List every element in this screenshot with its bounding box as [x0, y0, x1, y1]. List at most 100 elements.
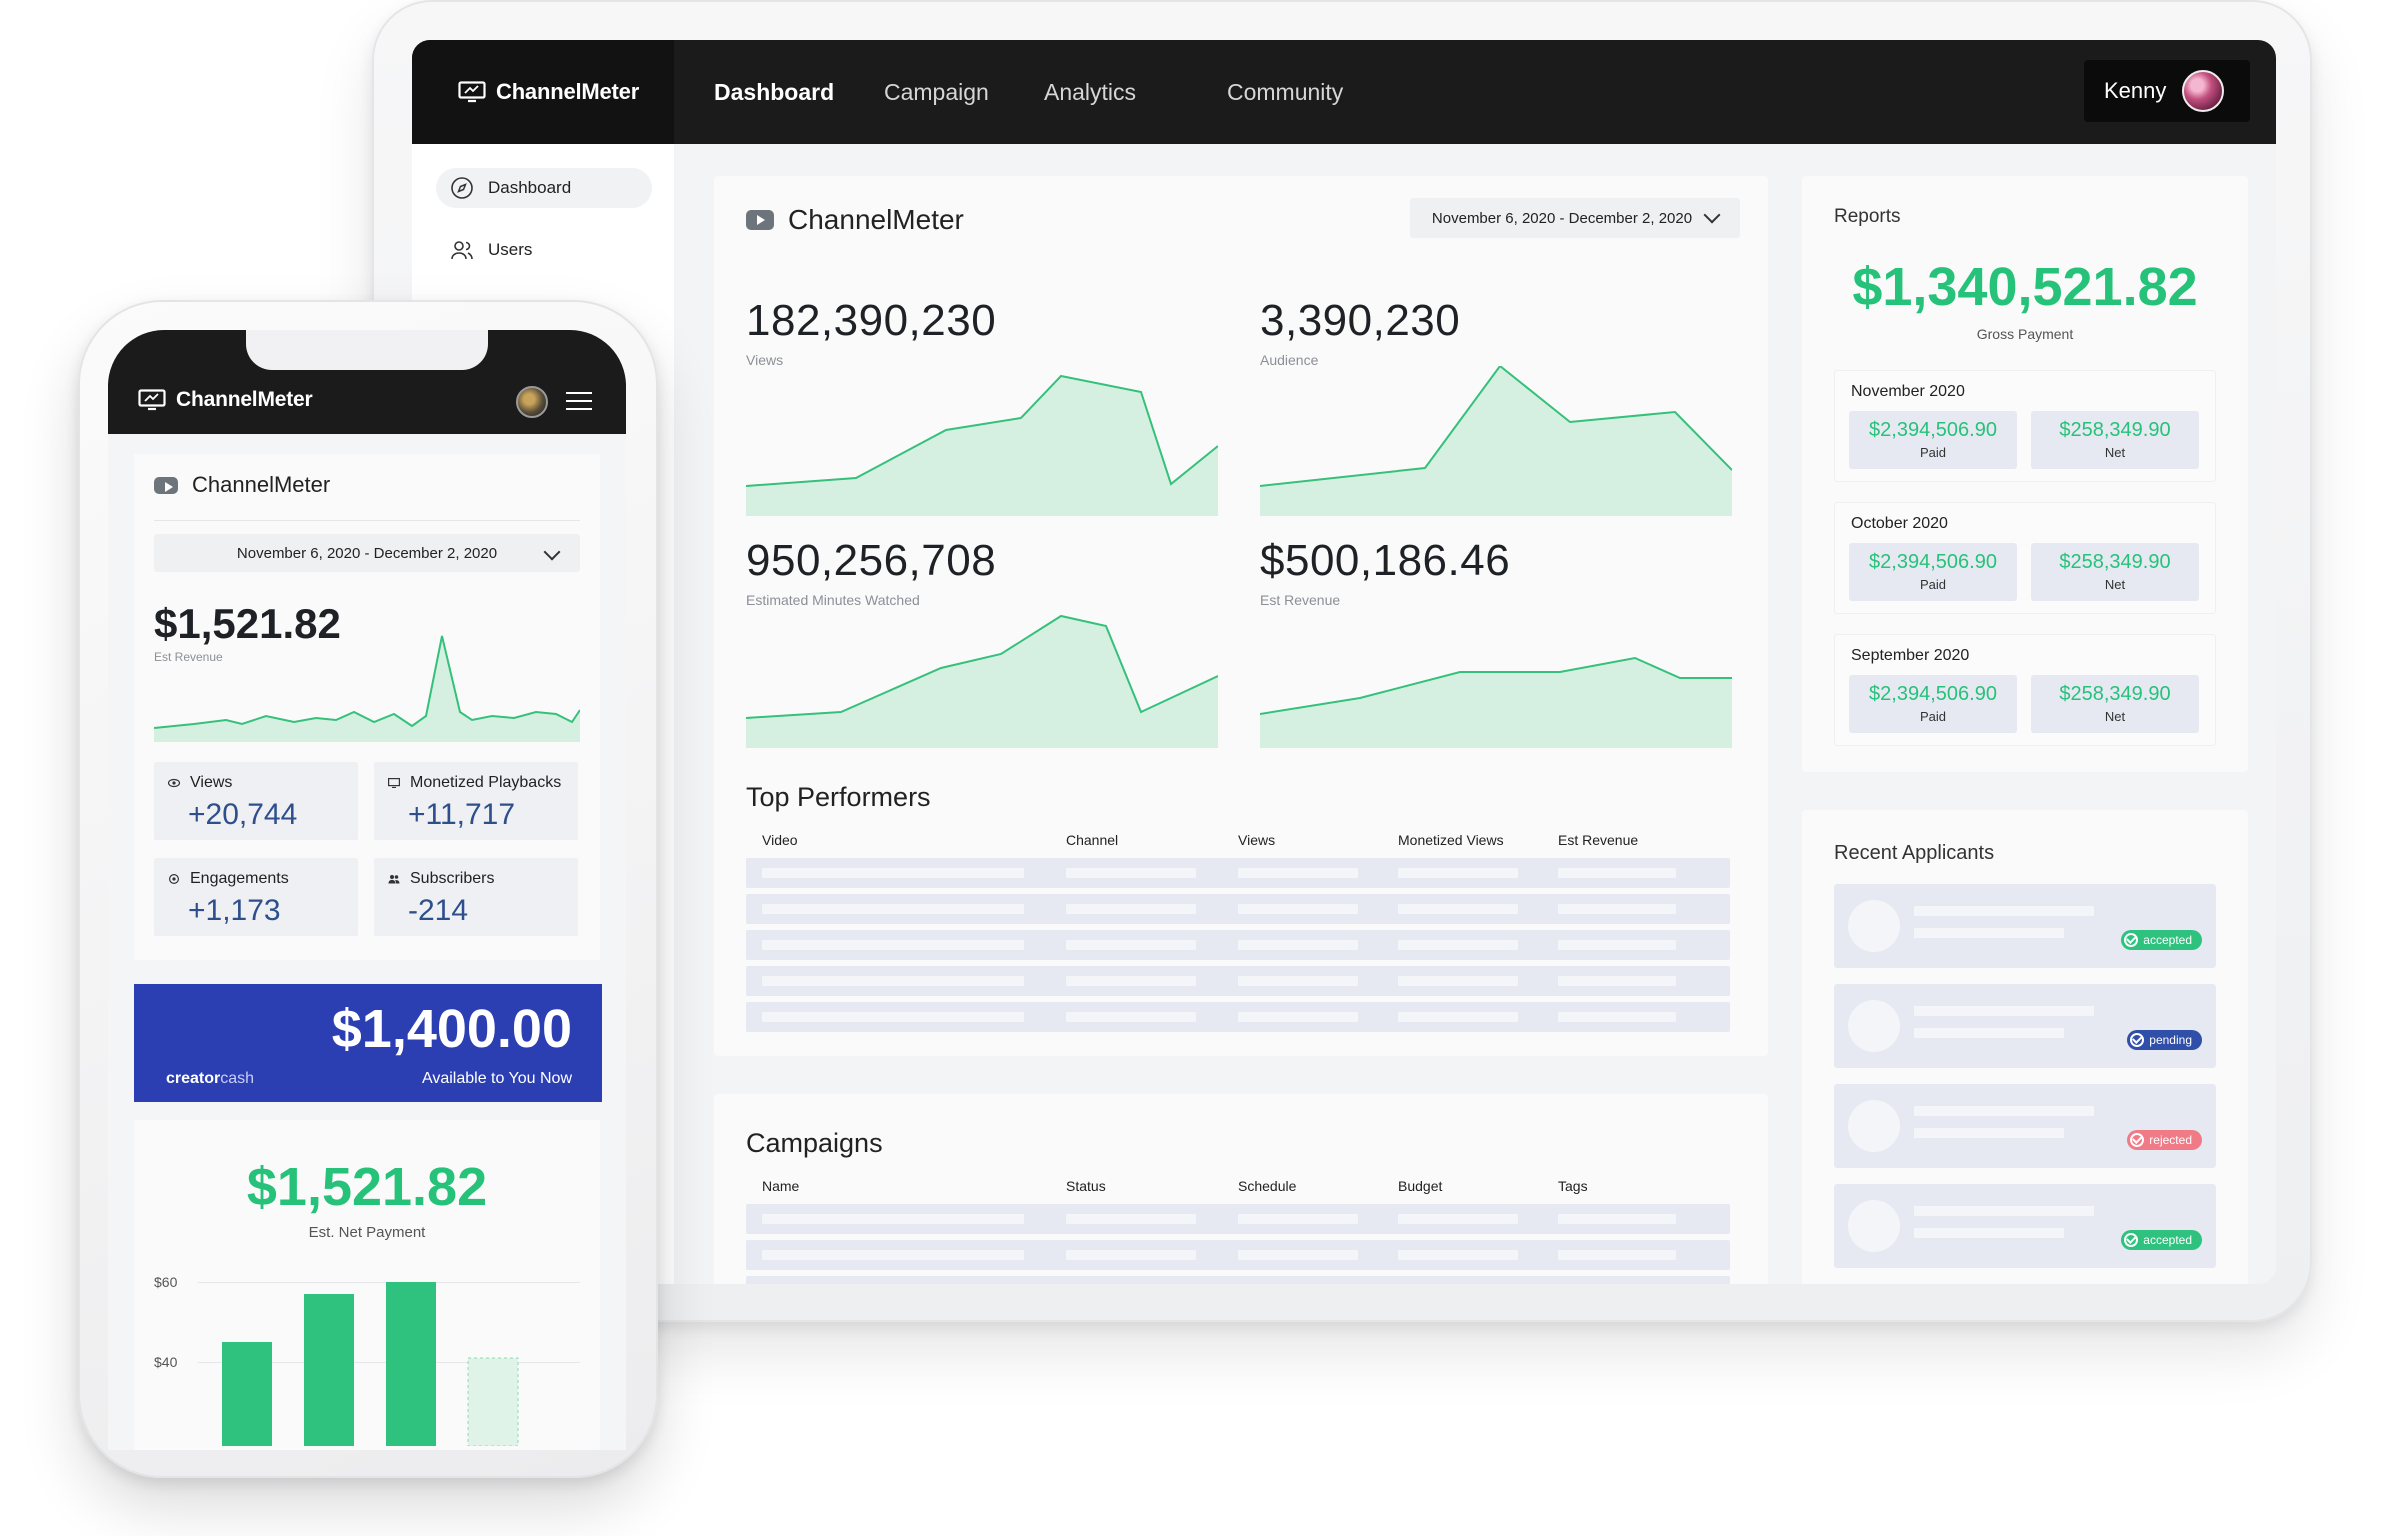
- stat-value: +11,717: [408, 798, 516, 831]
- applicant-card[interactable]: rejected: [1834, 1084, 2216, 1168]
- stat-value: +20,744: [188, 798, 298, 831]
- report-month-card[interactable]: September 2020 $2,394,506.90 Paid $258,3…: [1834, 634, 2216, 746]
- overview-title: ChannelMeter: [746, 204, 964, 236]
- cash-caption: Available to You Now: [421, 1070, 572, 1087]
- applicant-avatar: [1848, 1200, 1900, 1252]
- col-status: Status: [1066, 1178, 1106, 1194]
- sidebar-item-label: Users: [488, 240, 533, 259]
- table-row[interactable]: [746, 930, 1730, 960]
- placeholder-line: [1914, 1028, 2064, 1038]
- net-payment-label: Est. Net Payment: [308, 1224, 426, 1241]
- nav-campaign[interactable]: Campaign: [884, 40, 989, 144]
- top-nav: ChannelMeter Dashboard Campaign Analytic…: [412, 40, 2276, 144]
- report-month-card[interactable]: November 2020 $2,394,506.90 Paid $258,34…: [1834, 370, 2216, 482]
- placeholder-line: [1914, 928, 2064, 938]
- recent-applicants-card: Recent Applicants accepted pending rejec…: [1802, 810, 2248, 1284]
- net-box: $258,349.90 Net: [2031, 675, 2199, 733]
- date-range-select[interactable]: November 6, 2020 - December 2, 2020: [1410, 198, 1740, 238]
- applicant-card[interactable]: accepted: [1834, 884, 2216, 968]
- col-monetized-views: Monetized Views: [1398, 832, 1504, 848]
- placeholder-line: [1914, 1006, 2094, 1016]
- views-area-chart: [746, 374, 1218, 516]
- engagement-icon: [169, 874, 179, 884]
- monitor-icon: [388, 778, 400, 788]
- eye-icon: [168, 778, 180, 788]
- applicant-avatar: [1848, 1000, 1900, 1052]
- compass-icon: [451, 177, 473, 199]
- stat-value: -214: [408, 894, 469, 927]
- users-icon: [451, 241, 473, 260]
- paid-amount: $2,394,506.90: [1869, 419, 1997, 441]
- metric-minutes-value: 950,256,708: [746, 536, 997, 585]
- placeholder-line: [1914, 1106, 2094, 1116]
- stat-monetized-playbacks[interactable]: Monetized Playbacks +11,717: [374, 762, 578, 840]
- mobile-bar-chart: [222, 1282, 519, 1446]
- overview-title-text: ChannelMeter: [788, 204, 964, 235]
- avatar[interactable]: [516, 386, 548, 418]
- table-row[interactable]: [746, 1204, 1730, 1234]
- divider: [154, 520, 580, 521]
- net-amount: $258,349.90: [2059, 419, 2171, 441]
- placeholder-line: [1914, 906, 2094, 916]
- brand-name: ChannelMeter: [496, 79, 640, 104]
- stat-subscribers[interactable]: Subscribers -214: [374, 858, 578, 936]
- applicant-card[interactable]: accepted: [1834, 1184, 2216, 1268]
- bar: [304, 1294, 354, 1446]
- main-content: ChannelMeter November 6, 2020 - December…: [674, 144, 2276, 1284]
- monitor-icon: [458, 81, 486, 103]
- brand-logo[interactable]: ChannelMeter: [412, 40, 674, 144]
- applicant-avatar: [1848, 900, 1900, 952]
- subscribers-icon: [388, 875, 400, 884]
- placeholder-line: [1914, 1228, 2064, 1238]
- user-menu[interactable]: Kenny: [2084, 60, 2250, 122]
- nav-analytics[interactable]: Analytics: [1044, 40, 1136, 144]
- nav-dashboard[interactable]: Dashboard: [714, 40, 834, 144]
- mobile-card-title-text: ChannelMeter: [192, 472, 331, 497]
- col-est-revenue: Est Revenue: [1558, 832, 1639, 848]
- month-name: October 2020: [1851, 515, 1948, 532]
- col-channel: Channel: [1066, 832, 1119, 848]
- mobile-overview-card: ChannelMeter November 6, 2020 - December…: [134, 454, 600, 960]
- check-icon: [2124, 933, 2139, 947]
- video-icon: [746, 210, 774, 230]
- stat-label: Engagements: [190, 870, 289, 887]
- net-box: $258,349.90 Net: [2031, 543, 2199, 601]
- net-label: Net: [2104, 445, 2126, 460]
- col-tags: Tags: [1558, 1178, 1588, 1194]
- stat-value: +1,173: [188, 894, 281, 927]
- paid-box: $2,394,506.90 Paid: [1849, 543, 2017, 601]
- table-row[interactable]: [746, 894, 1730, 924]
- net-amount: $258,349.90: [2059, 551, 2171, 573]
- table-row[interactable]: [746, 1240, 1730, 1270]
- logo-light: cash: [220, 1070, 255, 1087]
- status-badge: pending: [2127, 1030, 2202, 1050]
- table-row[interactable]: [746, 1276, 1730, 1284]
- month-name: September 2020: [1851, 647, 1970, 664]
- nav-community[interactable]: Community: [1227, 40, 1343, 144]
- menu-icon[interactable]: [566, 392, 592, 410]
- reports-title: Reports: [1834, 206, 1901, 227]
- stat-engagements[interactable]: Engagements +1,173: [154, 858, 358, 936]
- top-performers-title: Top Performers: [746, 782, 931, 812]
- gross-payment-amount: $1,340,521.82: [1852, 257, 2198, 317]
- placeholder-line: [1914, 1128, 2064, 1138]
- table-row[interactable]: [746, 1002, 1730, 1032]
- creator-cash-banner[interactable]: $1,400.00 creatorcash Available to You N…: [134, 984, 602, 1102]
- ytick-label: $40: [154, 1354, 178, 1370]
- net-box: $258,349.90 Net: [2031, 411, 2199, 469]
- metric-minutes-label: Estimated Minutes Watched: [746, 592, 920, 608]
- sidebar-item-users[interactable]: Users: [436, 230, 652, 270]
- table-row[interactable]: [746, 966, 1730, 996]
- applicant-card[interactable]: pending: [1834, 984, 2216, 1068]
- mobile-date-range-select[interactable]: November 6, 2020 - December 2, 2020: [154, 534, 580, 572]
- stat-views[interactable]: Views +20,744: [154, 762, 358, 840]
- mobile-brand-logo[interactable]: ChannelMeter: [138, 388, 313, 412]
- sidebar-item-dashboard[interactable]: Dashboard: [436, 168, 652, 208]
- net-label: Net: [2104, 577, 2126, 592]
- audience-area-chart: [1260, 366, 1732, 516]
- gross-payment-label: Gross Payment: [1976, 326, 2074, 342]
- mobile-revenue-area-chart: [154, 635, 580, 742]
- minutes-area-chart: [746, 614, 1218, 748]
- table-row[interactable]: [746, 858, 1730, 888]
- report-month-card[interactable]: October 2020 $2,394,506.90 Paid $258,349…: [1834, 502, 2216, 614]
